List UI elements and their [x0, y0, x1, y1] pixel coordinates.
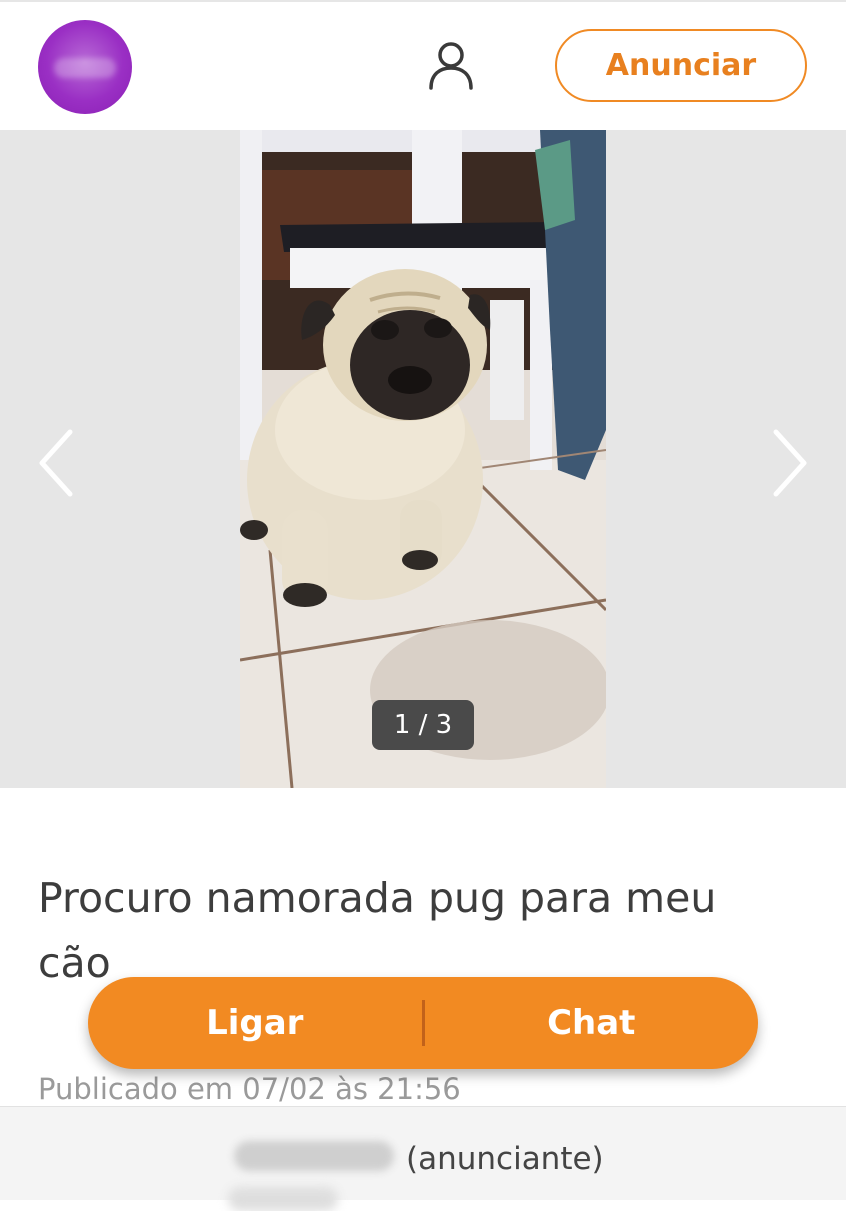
photo-gallery: 1 / 3	[0, 130, 846, 788]
pug-photo-illustration	[240, 130, 606, 788]
chat-button[interactable]: Chat	[425, 977, 759, 1069]
top-header: Anunciar	[0, 0, 846, 130]
user-icon[interactable]	[426, 40, 476, 92]
app-logo[interactable]	[38, 20, 132, 114]
chevron-left-icon[interactable]	[36, 428, 76, 498]
chevron-right-icon[interactable]	[770, 428, 810, 498]
call-button[interactable]: Ligar	[88, 977, 422, 1069]
photo-counter: 1 / 3	[372, 700, 474, 750]
seller-role-label: (anunciante)	[406, 1141, 604, 1177]
contact-action-bar: Ligar Chat	[88, 977, 758, 1069]
logo-highlight	[54, 58, 116, 78]
published-date: Publicado em 07/02 às 21:56	[38, 1072, 461, 1106]
seller-name-redacted	[234, 1141, 394, 1171]
listing-photo[interactable]	[240, 130, 606, 788]
seller-footer: (anunciante)	[0, 1106, 846, 1211]
seller-info-redacted	[228, 1187, 338, 1211]
anunciar-button[interactable]: Anunciar	[555, 29, 807, 102]
